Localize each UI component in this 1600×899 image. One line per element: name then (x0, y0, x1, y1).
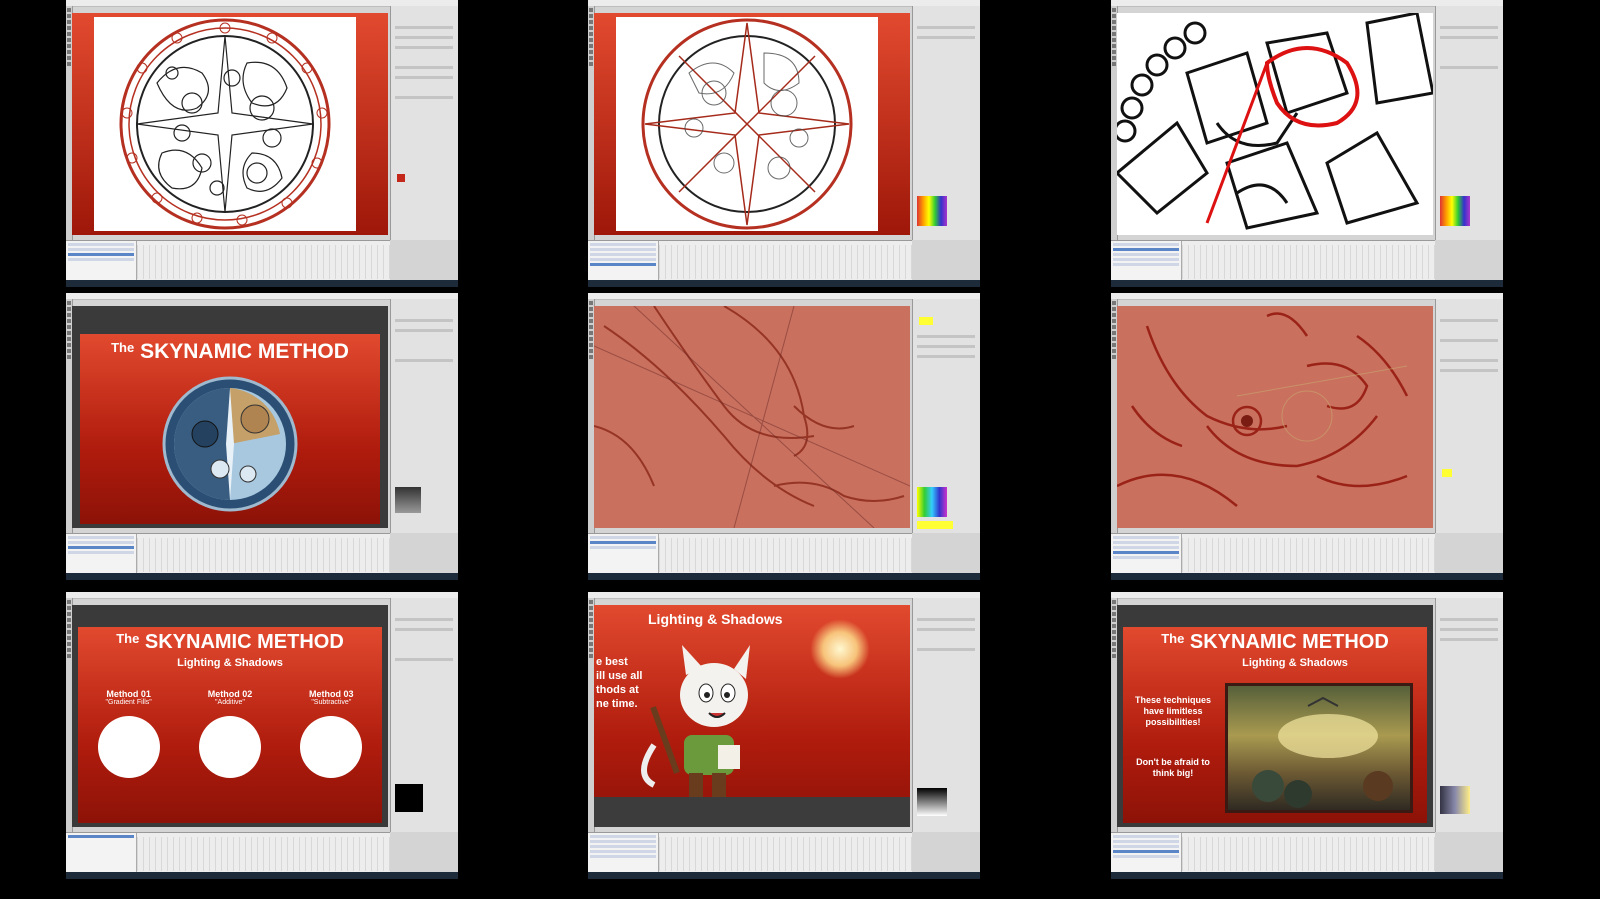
slide-subtitle: Lighting & Shadows (1242, 657, 1348, 669)
timeline-panel[interactable] (66, 533, 390, 574)
properties-panel[interactable] (1435, 299, 1503, 533)
stained-glass-emblem (162, 376, 298, 512)
stained-glass-artwork (72, 13, 388, 235)
method-3-label: Method 03 (309, 689, 354, 699)
method-1-circle (97, 716, 160, 778)
stage[interactable] (1117, 306, 1433, 528)
slide-text-1: These techniques have limitless possibil… (1134, 695, 1212, 727)
slide-text-2: Don't be afraid to think big! (1136, 757, 1210, 778)
properties-panel[interactable] (1435, 598, 1503, 832)
properties-panel[interactable] (390, 299, 458, 533)
ground (594, 797, 910, 827)
timeline-panel[interactable] (588, 240, 912, 281)
method-2: Method 02 "Additive" (185, 689, 275, 778)
stage[interactable] (72, 13, 388, 235)
screen-cell-9: The SKYNAMIC METHOD Lighting & Shadows T… (1111, 592, 1503, 879)
methods-slide: The SKYNAMIC METHOD Lighting & Shadows M… (78, 627, 382, 823)
sketch-lines (594, 306, 910, 528)
screen-cell-4: The SKYNAMIC METHOD (66, 293, 458, 580)
method-2-label: Method 02 (207, 689, 253, 699)
properties-panel[interactable] (390, 598, 458, 832)
stained-glass-artwork-guides (594, 13, 910, 235)
properties-panel[interactable] (390, 6, 458, 240)
method-1-sub: "Gradient Fills" (105, 699, 152, 706)
methods-row: Method 01 "Gradient Fills" Method 02 "Ad… (78, 689, 382, 778)
character-slide: Lighting & Shadows e best ill use all th… (594, 605, 910, 827)
illustration-image (1225, 683, 1413, 813)
stage[interactable] (594, 13, 910, 235)
method-3-circle (300, 716, 363, 778)
properties-panel[interactable] (912, 598, 980, 832)
taskbar[interactable] (588, 872, 980, 879)
screen-cell-5 (588, 293, 980, 580)
stage[interactable] (594, 306, 910, 528)
slide-subtitle: Lighting & Shadows (177, 657, 283, 669)
screen-cell-6 (1111, 293, 1503, 580)
timeline-panel[interactable] (1111, 240, 1435, 281)
taskbar[interactable] (588, 280, 980, 287)
slide-title: The SKYNAMIC METHOD (111, 340, 349, 363)
taskbar[interactable] (66, 573, 458, 580)
screen-cell-8: Lighting & Shadows e best ill use all th… (588, 592, 980, 879)
sketch-face (1117, 312, 1409, 507)
stage[interactable]: The SKYNAMIC METHOD Lighting & Shadows M… (72, 605, 388, 827)
taskbar[interactable] (1111, 872, 1503, 879)
stage[interactable]: Lighting & Shadows e best ill use all th… (594, 605, 910, 827)
taskbar[interactable] (1111, 573, 1503, 580)
ideas-slide: The SKYNAMIC METHOD Lighting & Shadows T… (1123, 627, 1427, 823)
slide-title: The SKYNAMIC METHOD (116, 631, 344, 653)
stage[interactable]: The SKYNAMIC METHOD (72, 306, 388, 528)
taskbar[interactable] (1111, 280, 1503, 287)
taskbar[interactable] (66, 872, 458, 879)
timeline-panel[interactable] (66, 832, 390, 873)
taskbar[interactable] (588, 573, 980, 580)
timeline-panel[interactable] (1111, 832, 1435, 873)
screen-cell-7: The SKYNAMIC METHOD Lighting & Shadows M… (66, 592, 458, 879)
properties-panel[interactable] (912, 299, 980, 533)
cat-character (641, 645, 750, 803)
sun (810, 619, 870, 679)
timeline-panel[interactable] (588, 832, 912, 873)
method-1-label: Method 01 (106, 689, 151, 699)
method-2-circle (198, 716, 261, 778)
taskbar[interactable] (66, 280, 458, 287)
screen-cell-1 (66, 0, 458, 287)
method-3: Method 03 "Subtractive" (286, 689, 376, 778)
timeline-panel[interactable] (588, 533, 912, 574)
properties-panel[interactable] (912, 6, 980, 240)
stage[interactable] (1117, 13, 1433, 235)
illustration-art (1252, 696, 1393, 808)
method-2-sub: "Additive" (215, 699, 245, 706)
screen-cell-2 (588, 0, 980, 287)
method-1: Method 01 "Gradient Fills" (84, 689, 174, 778)
screen-cell-3 (1111, 0, 1503, 287)
method-3-sub: "Subtractive" (311, 699, 352, 706)
stage[interactable]: The SKYNAMIC METHOD Lighting & Shadows T… (1117, 605, 1433, 827)
zoomed-lineart (1117, 13, 1433, 235)
timeline-panel[interactable] (66, 240, 390, 281)
timeline-panel[interactable] (1111, 533, 1435, 574)
slide-title: The SKYNAMIC METHOD (1161, 631, 1389, 653)
slide-title: Lighting & Shadows (648, 611, 783, 627)
properties-panel[interactable] (1435, 6, 1503, 240)
slide: The SKYNAMIC METHOD (80, 334, 380, 524)
